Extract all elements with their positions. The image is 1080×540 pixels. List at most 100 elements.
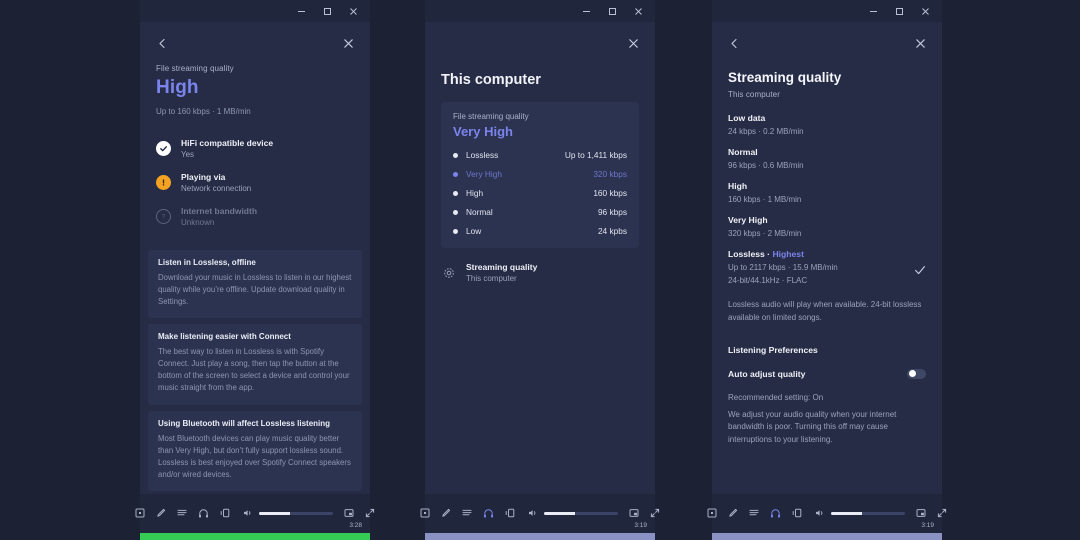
quality-name: Low data	[728, 113, 926, 123]
card-kicker: File streaming quality	[453, 112, 627, 121]
card-heading: Listen in Lossless, offline	[158, 258, 352, 267]
quality-name: Normal	[466, 207, 493, 217]
minimize-icon[interactable]	[860, 0, 886, 22]
warning-circle-icon	[156, 175, 171, 190]
fullscreen-icon[interactable]	[937, 508, 947, 518]
status-row-hifi: HiFi compatible device Yes	[156, 138, 354, 159]
card-value: Very High	[453, 124, 627, 139]
quality-option-normal[interactable]: Normal 96 kbps · 0.6 MB/min	[728, 147, 926, 170]
volume-slider[interactable]	[259, 512, 333, 515]
svg-text:?: ?	[162, 215, 166, 221]
quality-name: High	[466, 188, 483, 198]
lossless-note: Lossless audio will play when available.…	[728, 299, 926, 325]
volume-icon[interactable]	[243, 508, 253, 518]
quality-row-lossless[interactable]: Lossless Up to 1,411 kbps	[453, 150, 627, 160]
setting-value: This computer	[466, 274, 537, 283]
queue-icon[interactable]	[177, 508, 187, 518]
quality-option-high[interactable]: High 160 kbps · 1 MB/min	[728, 181, 926, 204]
info-card: Using Bluetooth will affect Lossless lis…	[148, 411, 362, 491]
queue-icon[interactable]	[749, 508, 759, 518]
connect-device-icon[interactable]	[220, 508, 230, 518]
lyrics-icon[interactable]	[156, 508, 166, 518]
quality-name: Very High	[466, 169, 502, 179]
panel-body: Streaming quality This computer Low data…	[712, 22, 942, 540]
card-body: The best way to listen in Lossless is wi…	[158, 346, 352, 394]
headphones-icon[interactable]	[770, 508, 781, 519]
quality-row-low[interactable]: Low 24 kpbs	[453, 226, 627, 236]
bullet-icon	[453, 153, 458, 158]
connect-device-icon[interactable]	[792, 508, 802, 518]
quality-row-very-high[interactable]: Very High 320 kbps	[453, 169, 627, 179]
panel3-content: Streaming quality This computer Low data…	[712, 70, 942, 447]
volume-slider[interactable]	[831, 512, 905, 515]
back-chevron-icon[interactable]	[154, 35, 170, 51]
question-circle-icon: ?	[156, 209, 171, 224]
quality-option-list: Lossless Up to 1,411 kbps Very High 320 …	[453, 150, 627, 236]
connect-device-icon[interactable]	[505, 508, 515, 518]
quality-option-very-high[interactable]: Very High 320 kbps · 2 MB/min	[728, 215, 926, 238]
status-row-playing-via: Playing via Network connection	[156, 172, 354, 193]
close-icon[interactable]	[340, 35, 356, 51]
fullscreen-icon[interactable]	[365, 508, 375, 518]
minimize-icon[interactable]	[573, 0, 599, 22]
card-heading: Make listening easier with Connect	[158, 332, 352, 341]
volume-control[interactable]	[528, 508, 618, 518]
panel1-content: File streaming quality High Up to 160 kb…	[140, 56, 370, 227]
check-icon	[914, 263, 926, 281]
fullscreen-icon[interactable]	[650, 508, 660, 518]
now-playing-icon[interactable]	[135, 508, 145, 518]
setting-row-streaming-quality[interactable]: Streaming quality This computer	[441, 262, 639, 283]
picture-in-picture-icon[interactable]	[629, 508, 639, 518]
quality-option-low-data[interactable]: Low data 24 kbps · 0.2 MB/min	[728, 113, 926, 136]
lyrics-icon[interactable]	[728, 508, 738, 518]
quality-row-high[interactable]: High 160 kbps	[453, 188, 627, 198]
volume-control[interactable]	[815, 508, 905, 518]
status-title: Internet bandwidth	[181, 206, 257, 216]
window-streaming-quality: Streaming quality This computer Low data…	[712, 0, 942, 540]
auto-adjust-row[interactable]: Auto adjust quality	[728, 369, 926, 379]
now-playing-icon[interactable]	[420, 508, 430, 518]
info-card-list: Listen in Lossless, offline Download you…	[148, 250, 362, 491]
close-icon[interactable]	[912, 0, 938, 22]
maximize-icon[interactable]	[886, 0, 912, 22]
toggle-knob	[909, 370, 916, 377]
status-row-bandwidth: ? Internet bandwidth Unknown	[156, 206, 354, 227]
progress-bar[interactable]	[712, 533, 942, 540]
titlebar	[712, 0, 942, 22]
close-icon[interactable]	[912, 35, 928, 51]
progress-bar[interactable]	[140, 533, 370, 540]
info-card: Make listening easier with Connect The b…	[148, 324, 362, 404]
headphones-icon[interactable]	[198, 508, 209, 519]
quality-option-lossless[interactable]: Lossless · Highest Up to 2117 kbps · 15.…	[728, 249, 926, 285]
volume-icon[interactable]	[528, 508, 538, 518]
minimize-icon[interactable]	[288, 0, 314, 22]
close-icon[interactable]	[340, 0, 366, 22]
maximize-icon[interactable]	[599, 0, 625, 22]
maximize-icon[interactable]	[314, 0, 340, 22]
back-chevron-icon[interactable]	[726, 35, 742, 51]
progress-bar[interactable]	[425, 533, 655, 540]
info-card: Listen in Lossless, offline Download you…	[148, 250, 362, 318]
close-icon[interactable]	[625, 35, 641, 51]
volume-icon[interactable]	[815, 508, 825, 518]
status-value: Yes	[181, 150, 273, 159]
now-playing-icon[interactable]	[707, 508, 717, 518]
headphones-icon[interactable]	[483, 508, 494, 519]
close-icon[interactable]	[625, 0, 651, 22]
status-title: HiFi compatible device	[181, 138, 273, 148]
status-list: HiFi compatible device Yes Playing via N…	[156, 138, 354, 227]
queue-icon[interactable]	[462, 508, 472, 518]
playback-time: 3:28	[349, 522, 362, 529]
volume-slider[interactable]	[544, 512, 618, 515]
quality-card: File streaming quality Very High Lossles…	[441, 102, 639, 248]
page-title: High	[156, 77, 354, 99]
picture-in-picture-icon[interactable]	[916, 508, 926, 518]
picture-in-picture-icon[interactable]	[344, 508, 354, 518]
lyrics-icon[interactable]	[441, 508, 451, 518]
quality-extra: 24-bit/44.1kHz · FLAC	[728, 276, 926, 285]
volume-control[interactable]	[243, 508, 333, 518]
card-body: Most Bluetooth devices can play music qu…	[158, 433, 352, 481]
quality-row-normal[interactable]: Normal 96 kbps	[453, 207, 627, 217]
player-bar: 3:28	[140, 494, 370, 540]
auto-adjust-toggle[interactable]	[907, 369, 926, 379]
